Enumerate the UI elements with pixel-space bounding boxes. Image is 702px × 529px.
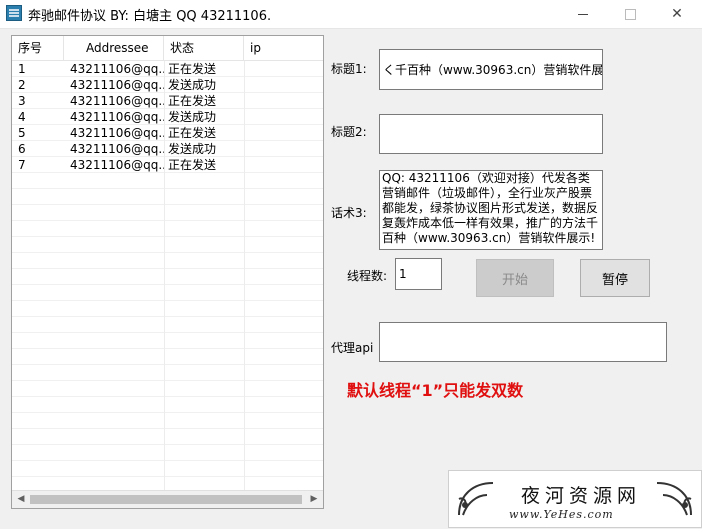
row-ip <box>244 141 323 157</box>
watermark-url: www.YeHes.com <box>509 508 614 521</box>
row-gridline <box>12 188 323 189</box>
row-gridline <box>12 220 323 221</box>
row-gridline <box>12 316 323 317</box>
close-icon: ✕ <box>671 6 683 22</box>
app-icon <box>6 5 22 21</box>
row-index: 4 <box>18 110 26 124</box>
column-header-ip[interactable]: ip <box>244 36 323 60</box>
ornament-left-icon <box>458 482 494 516</box>
row-gridline <box>12 396 323 397</box>
row-index: 6 <box>18 142 26 156</box>
row-status: 发送成功 <box>168 78 217 92</box>
row-addressee: 43211106@qq... <box>70 110 164 124</box>
threads-value: 1 <box>399 267 407 281</box>
results-table[interactable]: 序号 Addressee 状态 ip 1 43211106@qq... 正在发送 2 4… <box>11 35 324 509</box>
row-index: 1 <box>18 62 26 76</box>
row-gridline <box>12 380 323 381</box>
row-addressee: 43211106@qq... <box>70 62 164 76</box>
table-body: 1 43211106@qq... 正在发送 2 43211106@qq... 发送成功 3 4… <box>12 61 323 493</box>
horizontal-scrollbar[interactable]: ◀ ▶ <box>12 490 323 508</box>
row-gridline <box>12 332 323 333</box>
table-row[interactable]: 6 43211106@qq... 发送成功 <box>12 141 323 157</box>
table-row[interactable]: 5 43211106@qq... 正在发送 <box>12 125 323 141</box>
ornament-right-icon <box>656 482 692 516</box>
column-divider <box>244 61 245 491</box>
row-gridline <box>12 460 323 461</box>
row-gridline <box>12 444 323 445</box>
row-gridline <box>12 204 323 205</box>
row-ip <box>244 109 323 125</box>
row-ip <box>244 77 323 93</box>
watermark-title: 夜河资源网 <box>521 485 642 507</box>
pause-button[interactable]: 暂停 <box>580 259 650 297</box>
title2-label: 标题2: <box>331 125 367 139</box>
table-row[interactable]: 3 43211106@qq... 正在发送 <box>12 93 323 109</box>
title2-input[interactable] <box>379 114 603 154</box>
row-gridline <box>12 236 323 237</box>
row-index: 3 <box>18 94 26 108</box>
scroll-right-icon[interactable]: ▶ <box>307 493 321 506</box>
row-status: 正在发送 <box>168 62 217 76</box>
script3-label: 话术3: <box>331 206 367 220</box>
script3-value: QQ: 43211106（欢迎对接）代发各类营销邮件（垃圾邮件），全行业灰产股票… <box>382 171 599 245</box>
row-gridline <box>12 284 323 285</box>
start-button[interactable]: 开始 <box>476 259 554 297</box>
title-bar: 奔驰邮件协议 BY: 白塘主 QQ 43211106. ✕ <box>0 0 702 29</box>
proxy-api-input[interactable] <box>379 322 667 362</box>
row-addressee: 43211106@qq... <box>70 126 164 140</box>
window-title: 奔驰邮件协议 BY: 白塘主 QQ 43211106. <box>28 9 272 24</box>
maximize-button[interactable] <box>607 0 653 28</box>
minimize-button[interactable] <box>560 0 606 28</box>
row-gridline <box>12 348 323 349</box>
row-addressee: 43211106@qq... <box>70 78 164 92</box>
title1-input[interactable]: く千百种（www.30963.cn）营销软件展示! <box>379 49 603 90</box>
proxy-api-value <box>380 323 666 327</box>
row-status: 正在发送 <box>168 94 217 108</box>
row-status: 发送成功 <box>168 142 217 156</box>
table-row[interactable]: 1 43211106@qq... 正在发送 <box>12 61 323 77</box>
column-header-status[interactable]: 状态 <box>164 36 244 60</box>
maximize-icon <box>624 8 636 20</box>
threads-input[interactable]: 1 <box>395 258 442 290</box>
scroll-left-icon[interactable]: ◀ <box>14 493 28 506</box>
row-ip <box>244 93 323 109</box>
script3-textarea[interactable]: QQ: 43211106（欢迎对接）代发各类营销邮件（垃圾邮件），全行业灰产股票… <box>379 170 603 250</box>
row-status: 正在发送 <box>168 126 217 140</box>
title1-value: く千百种（www.30963.cn）营销软件展示! <box>383 63 603 77</box>
title2-value <box>380 115 602 119</box>
row-gridline <box>12 268 323 269</box>
row-gridline <box>12 252 323 253</box>
table-row[interactable]: 4 43211106@qq... 发送成功 <box>12 109 323 125</box>
table-row[interactable]: 7 43211106@qq... 正在发送 <box>12 157 323 173</box>
column-header-index[interactable]: 序号 <box>12 36 64 60</box>
row-ip <box>244 61 323 77</box>
scrollbar-thumb[interactable] <box>30 495 302 504</box>
table-row[interactable]: 2 43211106@qq... 发送成功 <box>12 77 323 93</box>
row-addressee: 43211106@qq... <box>70 94 164 108</box>
table-header: 序号 Addressee 状态 ip <box>12 36 323 61</box>
column-header-addressee[interactable]: Addressee <box>64 36 164 60</box>
row-index: 7 <box>18 158 26 172</box>
row-index: 2 <box>18 78 26 92</box>
proxy-label: 代理api <box>331 341 374 355</box>
row-gridline <box>12 428 323 429</box>
close-button[interactable]: ✕ <box>654 0 700 28</box>
row-status: 发送成功 <box>168 110 217 124</box>
watermark-banner: 夜河资源网 www.YeHes.com <box>448 470 702 528</box>
row-gridline <box>12 300 323 301</box>
row-gridline <box>12 364 323 365</box>
row-ip <box>244 125 323 141</box>
row-index: 5 <box>18 126 26 140</box>
row-status: 正在发送 <box>168 158 217 172</box>
threads-label: 线程数: <box>347 269 388 283</box>
minimize-icon <box>578 13 588 15</box>
row-addressee: 43211106@qq... <box>70 158 164 172</box>
row-ip <box>244 157 323 173</box>
row-gridline <box>12 412 323 413</box>
title1-label: 标题1: <box>331 62 367 76</box>
row-addressee: 43211106@qq... <box>70 142 164 156</box>
column-divider <box>164 61 165 491</box>
row-gridline <box>12 476 323 477</box>
thread-notice: 默认线程“1”只能发双数 <box>347 381 524 400</box>
